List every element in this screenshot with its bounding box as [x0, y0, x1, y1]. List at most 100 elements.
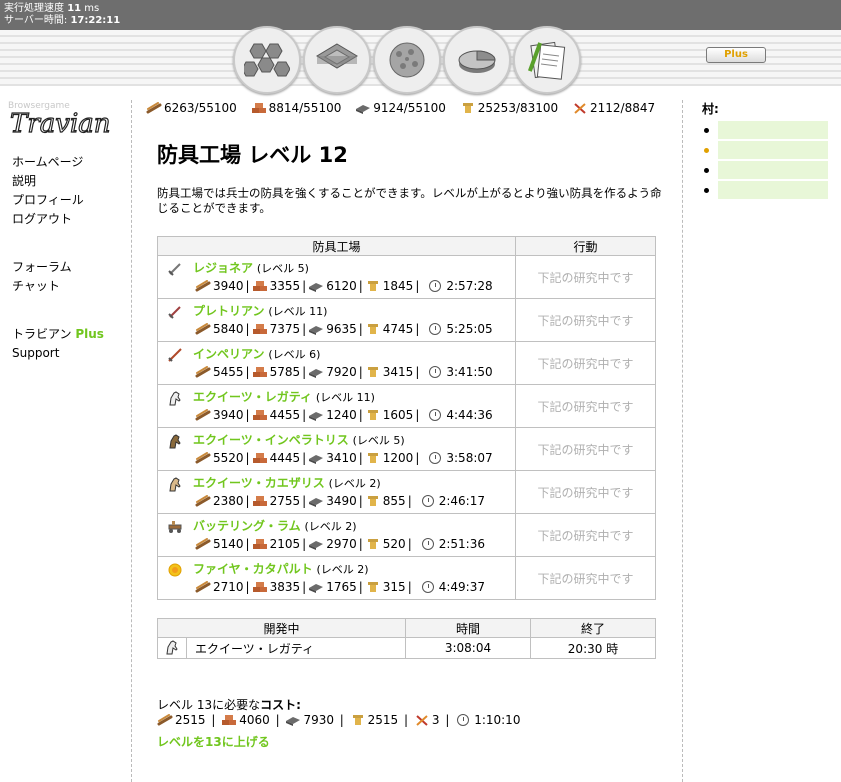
menu-home[interactable]: ホームページ	[12, 153, 84, 172]
crop-icon	[367, 281, 378, 291]
clay-icon	[252, 539, 267, 549]
clock-icon	[457, 714, 470, 726]
unit-name-link[interactable]: ファイヤ・カタパルト	[193, 562, 313, 576]
clay-icon	[251, 103, 266, 113]
unit-cost: 5455 | 5785 | 7920 | 3415 | 3:41:50	[195, 365, 493, 379]
village-item[interactable]	[702, 141, 828, 161]
unit-name-link[interactable]: プレトリアン	[193, 304, 265, 318]
research-action-status: 下記の研究中です	[515, 556, 656, 600]
village-list-title: 村:	[702, 102, 719, 116]
village-item[interactable]	[702, 121, 828, 141]
crop-icon	[462, 103, 473, 113]
research-header-action: 行動	[515, 236, 656, 256]
iron-icon	[309, 541, 324, 550]
village-item[interactable]	[702, 181, 828, 201]
dev-header-unit: 開発中	[157, 618, 406, 638]
iron-icon	[309, 498, 324, 507]
unit-name-link[interactable]: エクイーツ・インペラトリス	[193, 433, 349, 447]
travian-logo[interactable]: Browsergame Travian	[6, 98, 130, 140]
unit-level: (レベル 5)	[352, 434, 405, 447]
iron-icon	[286, 717, 301, 726]
consumption-icon	[416, 715, 428, 726]
equites-imperatoris-icon	[167, 433, 183, 449]
iron-icon	[309, 369, 324, 378]
unit-name-link[interactable]: インペリアン	[193, 347, 265, 361]
clay-icon	[252, 453, 267, 463]
research-unit-cell: エクイーツ・カエザリス (レベル 2) 2380 | 2755 | 3490 | 855 | 2:…	[157, 470, 516, 514]
clock-icon	[421, 538, 434, 550]
dev-unit-end: 20:30 時	[530, 637, 656, 659]
crop-icon	[367, 582, 378, 592]
unit-cost: 2380 | 2755 | 3490 | 855 | 2:46:17	[195, 494, 485, 508]
menu-travian-plus[interactable]: トラビアン Plus	[12, 325, 104, 344]
dev-unit-name: エクイーツ・レガティ	[186, 637, 406, 659]
resource-bar: 6263/55100 8814/55100 9124/55100 25253/8…	[146, 101, 655, 115]
unit-name-link[interactable]: エクイーツ・レガティ	[193, 390, 312, 404]
village-center-icon[interactable]	[303, 26, 371, 94]
map-icon[interactable]	[373, 26, 441, 94]
menu-logout[interactable]: ログアウト	[12, 210, 84, 229]
wood-icon	[195, 452, 211, 464]
praetorian-icon	[167, 304, 183, 320]
wood-icon	[146, 102, 162, 114]
consumption-icon	[574, 103, 586, 114]
upgrade-link[interactable]: レベルを13に上げる	[157, 733, 270, 750]
table-row: プレトリアン (レベル 11) 5840 | 7375 | 9635 | 4745 | 5:25:…	[157, 298, 656, 342]
clock-icon	[421, 581, 434, 593]
table-row: インペリアン (レベル 6) 5455 | 5785 | 7920 | 3415 | 3:41:5…	[157, 341, 656, 385]
unit-cost: 5840 | 7375 | 9635 | 4745 | 5:25:05	[195, 322, 493, 336]
building-description: 防具工場では兵士の防具を強くすることができます。レベルが上がるとより強い防具を作…	[157, 186, 662, 215]
unit-name-link[interactable]: レジョネア	[193, 261, 253, 275]
battering-ram-icon	[167, 519, 183, 535]
research-action-status: 下記の研究中です	[515, 427, 656, 471]
unit-level: (レベル 11)	[315, 391, 375, 404]
iron-amount: 9124/55100	[373, 101, 446, 115]
research-unit-cell: プレトリアン (レベル 11) 5840 | 7375 | 9635 | 4745 | 5:25:…	[157, 298, 516, 342]
menu-profile[interactable]: プロフィール	[12, 191, 84, 210]
consumption-amount: 2112/8847	[590, 101, 656, 115]
village-overview-icon[interactable]	[233, 26, 301, 94]
fire-catapult-icon	[167, 562, 183, 578]
dev-header-time: 時間	[405, 618, 531, 638]
table-row: ファイヤ・カタパルト (レベル 2) 2710 | 3835 | 1765 | 315 | 4:4…	[157, 556, 656, 600]
plus-button[interactable]: Plus	[706, 47, 766, 63]
clay-icon	[252, 281, 267, 291]
crop-icon	[352, 715, 363, 725]
reports-icon[interactable]	[513, 26, 581, 94]
clay-icon	[252, 582, 267, 592]
clock-icon	[421, 495, 434, 507]
iron-icon	[356, 105, 371, 114]
unit-level: (レベル 2)	[304, 520, 357, 533]
clock-icon	[429, 280, 442, 292]
clay-icon	[222, 715, 237, 725]
menu-manual[interactable]: 説明	[12, 172, 84, 191]
unit-name-link[interactable]: バッテリング・ラム	[193, 519, 301, 533]
crop-icon	[367, 367, 378, 377]
clay-icon	[252, 410, 267, 420]
menu-chat[interactable]: チャット	[12, 277, 72, 296]
left-menu-main: ホームページ 説明 プロフィール ログアウト	[12, 153, 84, 229]
clay-icon	[252, 324, 267, 334]
iron-icon	[309, 412, 324, 421]
clock-icon	[429, 452, 442, 464]
unit-cost: 3940 | 4455 | 1240 | 1605 | 4:44:36	[195, 408, 493, 422]
server-time-readout: サーバー時間: 17:22:11	[4, 15, 121, 26]
dev-unit-icon-cell	[157, 637, 187, 659]
research-action-status: 下記の研究中です	[515, 341, 656, 385]
menu-support[interactable]: Support	[12, 344, 104, 363]
research-header-building: 防具工場	[157, 236, 516, 256]
unit-level: (レベル 6)	[268, 348, 321, 361]
unit-name-link[interactable]: エクイーツ・カエザリス	[193, 476, 325, 490]
wood-icon	[195, 280, 211, 292]
statistics-icon[interactable]	[443, 26, 511, 94]
research-unit-cell: レジョネア (レベル 5) 3940 | 3355 | 6120 | 1845 | 2:57:28	[157, 255, 516, 299]
clock-icon	[429, 366, 442, 378]
village-item[interactable]	[702, 161, 828, 181]
crop-icon	[367, 496, 378, 506]
unit-cost: 5140 | 2105 | 2970 | 520 | 2:51:36	[195, 537, 485, 551]
iron-icon	[309, 283, 324, 292]
left-menu-plus: トラビアン Plus Support	[12, 325, 104, 363]
menu-forum[interactable]: フォーラム	[12, 258, 72, 277]
equites-legati-icon	[166, 639, 178, 654]
imperian-icon	[167, 347, 183, 363]
